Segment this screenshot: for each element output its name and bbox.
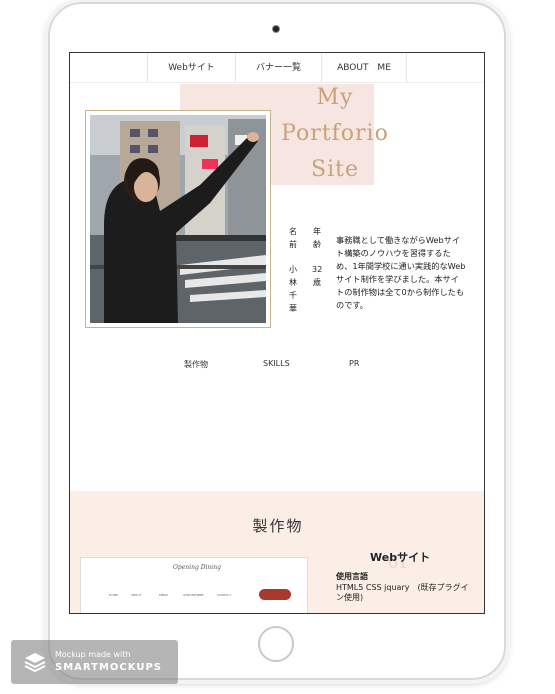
watermark-line-2: SMARTMOCKUPS [55, 662, 162, 673]
age-label: 年 齢 [312, 225, 322, 251]
thumbnail-logo: Opening Dining [173, 564, 221, 571]
name-label-char-1: 名 [289, 227, 297, 236]
tab-works[interactable]: 製作物 [184, 359, 208, 370]
watermark-line-1: Mockup made with [55, 650, 131, 659]
nav-item-banners[interactable]: バナー一覧 [235, 53, 321, 83]
hero-title-line-3: Site [311, 157, 359, 182]
age-label-char-1: 年 [313, 227, 321, 236]
works-title: 製作物 [252, 517, 304, 535]
smartmockups-watermark: Mockup made with SMARTMOCKUPS [11, 640, 178, 684]
work-title: Webサイト [370, 551, 431, 564]
hero-title-line-1: My [316, 85, 354, 110]
name-value-char-3: 千 [289, 291, 297, 300]
profile-photo [90, 115, 266, 323]
thumbnail-nav-3: MENU [159, 593, 168, 597]
camera-dot [273, 26, 279, 32]
nav-item-website[interactable]: Webサイト [147, 53, 235, 83]
thumbnail-nav-4: ATMOSPHERE [183, 593, 204, 597]
thumbnail-button [259, 589, 291, 600]
name-value-char-2: 林 [289, 278, 297, 287]
name-label: 名 前 [288, 225, 298, 251]
name-value-char-4: 華 [289, 304, 297, 313]
age-value-unit: 歳 [313, 278, 321, 287]
home-button[interactable] [258, 626, 294, 662]
tab-skills[interactable]: SKILLS [263, 359, 290, 368]
website-thumbnail[interactable]: Opening Dining HOME ABOUT MENU ATMOSPHER… [80, 557, 308, 613]
thumbnail-nav-1: HOME [109, 593, 119, 597]
works-section: 製作物 Opening Dining HOME ABOUT MENU ATMOS… [70, 491, 484, 613]
hero-title-line-2: Portforio [281, 121, 389, 146]
tab-pr[interactable]: PR [349, 359, 359, 368]
name-value-char-1: 小 [289, 265, 297, 274]
age-label-char-2: 齢 [313, 240, 321, 249]
profile-photo-frame [85, 110, 271, 328]
name-label-char-2: 前 [289, 240, 297, 249]
intro-text: 事務職として働きながらWebサイト構築のノウハウを習得するため、1年間学校に通い… [336, 235, 466, 310]
used-language-text: HTML5 CSS jquary (既存プラグイン使用) [336, 583, 469, 602]
age-value-number: 32 [312, 265, 323, 274]
top-nav: Webサイト バナー一覧 ABOUT ME [70, 53, 484, 83]
name-value: 小 林 千 華 [288, 263, 298, 315]
used-language-label: 使用言語 [336, 572, 368, 581]
thumbnail-nav-2: ABOUT [131, 593, 142, 597]
layers-icon [24, 653, 46, 673]
tablet-screen: Webサイト バナー一覧 ABOUT ME My Portforio Site [69, 52, 485, 614]
age-value: 32 歳 [312, 263, 322, 289]
nav-item-about[interactable]: ABOUT ME [321, 53, 407, 83]
thumbnail-nav-5: CONTACT [217, 593, 232, 597]
